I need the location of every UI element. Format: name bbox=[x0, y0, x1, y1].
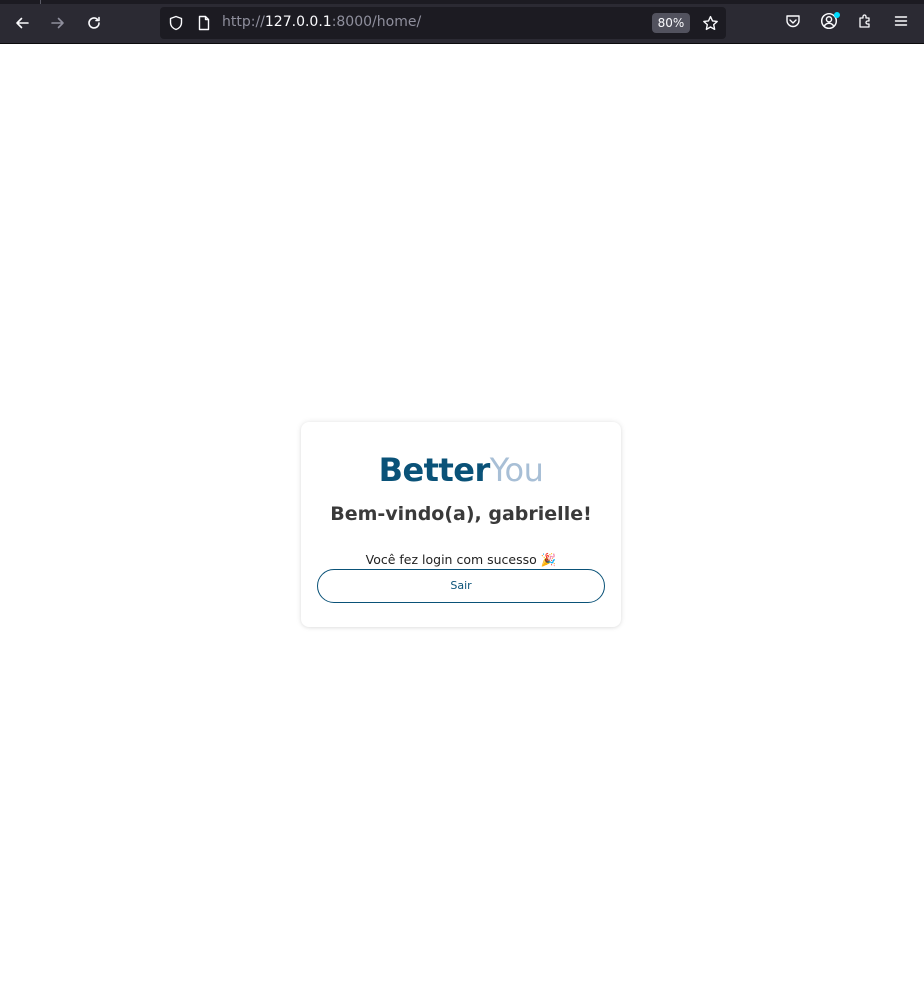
puzzle-icon bbox=[857, 13, 873, 33]
forward-button[interactable] bbox=[44, 9, 72, 37]
pocket-icon bbox=[785, 13, 801, 33]
tab-strip-edge bbox=[0, 0, 924, 4]
zoom-level-button[interactable]: 80% bbox=[652, 13, 690, 33]
extensions-button[interactable] bbox=[851, 9, 879, 37]
brand-name-part2: You bbox=[489, 451, 544, 489]
arrow-right-icon bbox=[50, 15, 66, 31]
star-icon[interactable] bbox=[701, 14, 719, 32]
url-path: :8000/home/ bbox=[331, 14, 422, 30]
account-button[interactable] bbox=[815, 9, 843, 37]
notification-dot bbox=[834, 12, 840, 18]
url-text[interactable]: http://127.0.0.1:8000/home/ bbox=[222, 14, 421, 30]
success-message: Você fez login com sucesso 🎉 bbox=[365, 552, 557, 567]
arrow-left-icon bbox=[14, 15, 30, 31]
back-button[interactable] bbox=[8, 9, 36, 37]
welcome-card: BetterYou Bem-vindo(a), gabrielle! Você … bbox=[301, 422, 621, 627]
shield-icon[interactable] bbox=[167, 14, 185, 32]
url-host: 127.0.0.1 bbox=[264, 14, 332, 30]
menu-button[interactable] bbox=[887, 9, 915, 37]
page-icon[interactable] bbox=[195, 14, 213, 32]
hamburger-menu-icon bbox=[893, 13, 909, 33]
browser-toolbar: http://127.0.0.1:8000/home/ 80% bbox=[0, 0, 924, 44]
brand-logo: BetterYou bbox=[301, 450, 621, 490]
logout-button[interactable]: Sair bbox=[317, 569, 605, 603]
tab-edge bbox=[40, 0, 41, 4]
reload-icon bbox=[86, 15, 102, 31]
url-scheme: http:// bbox=[222, 14, 265, 30]
reload-button[interactable] bbox=[80, 9, 108, 37]
address-bar[interactable]: http://127.0.0.1:8000/home/ 80% bbox=[160, 7, 726, 39]
pocket-button[interactable] bbox=[779, 9, 807, 37]
welcome-heading: Bem-vindo(a), gabrielle! bbox=[330, 503, 592, 525]
brand-name-part1: Better bbox=[378, 451, 491, 489]
